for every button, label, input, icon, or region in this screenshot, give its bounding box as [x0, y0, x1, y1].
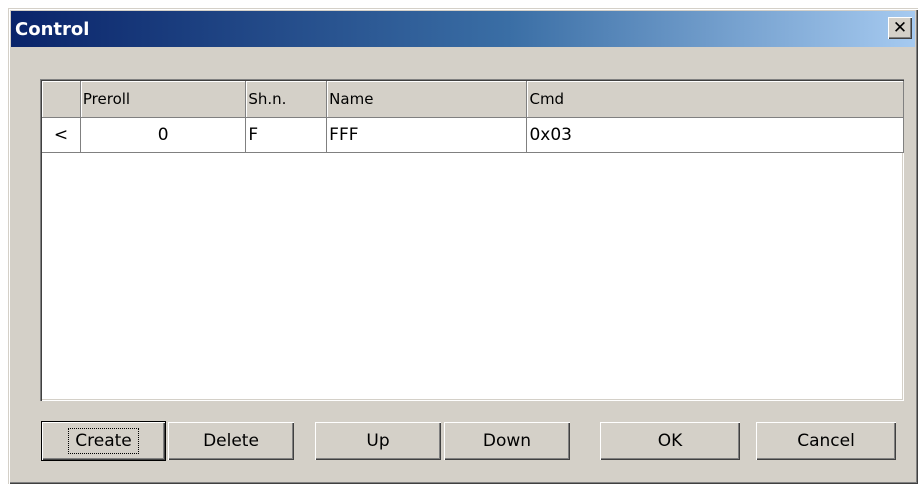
- grid-header-row: Preroll Sh.n. Name Cmd: [42, 81, 904, 118]
- cell-name[interactable]: FFF: [326, 117, 528, 153]
- cancel-button[interactable]: Cancel: [756, 422, 896, 460]
- ok-button[interactable]: OK: [600, 422, 740, 460]
- column-header-preroll[interactable]: Preroll: [80, 81, 247, 118]
- column-header-shn[interactable]: Sh.n.: [245, 81, 328, 118]
- down-button-label: Down: [482, 431, 532, 451]
- cell-cmd[interactable]: 0x03: [526, 117, 904, 153]
- down-button[interactable]: Down: [444, 422, 570, 460]
- cell-preroll[interactable]: 0: [80, 117, 247, 153]
- up-button-label: Up: [366, 431, 390, 451]
- control-dialog: Control ✕ Preroll Sh.n. Name Cmd < 0 F F…: [8, 8, 918, 484]
- cell-shn[interactable]: F: [245, 117, 328, 153]
- delete-button[interactable]: Delete: [168, 422, 294, 460]
- row-indicator: <: [42, 117, 81, 153]
- table-row[interactable]: < 0 F FFF 0x03: [42, 117, 904, 153]
- grid-table: Preroll Sh.n. Name Cmd < 0 F FFF 0x03: [42, 81, 904, 153]
- close-icon: ✕: [892, 18, 908, 38]
- create-button[interactable]: Create: [42, 422, 165, 460]
- window-title: Control: [15, 19, 90, 40]
- control-grid[interactable]: Preroll Sh.n. Name Cmd < 0 F FFF 0x03: [40, 79, 904, 401]
- close-button[interactable]: ✕: [888, 17, 912, 39]
- up-button[interactable]: Up: [315, 422, 441, 460]
- delete-button-label: Delete: [203, 431, 259, 451]
- column-header-indicator: [42, 81, 81, 118]
- create-button-label: Create: [68, 428, 139, 454]
- column-header-name[interactable]: Name: [326, 81, 528, 118]
- ok-button-label: OK: [657, 431, 683, 451]
- title-bar[interactable]: Control ✕: [11, 11, 915, 47]
- cancel-button-label: Cancel: [797, 431, 855, 451]
- column-header-cmd[interactable]: Cmd: [526, 81, 904, 118]
